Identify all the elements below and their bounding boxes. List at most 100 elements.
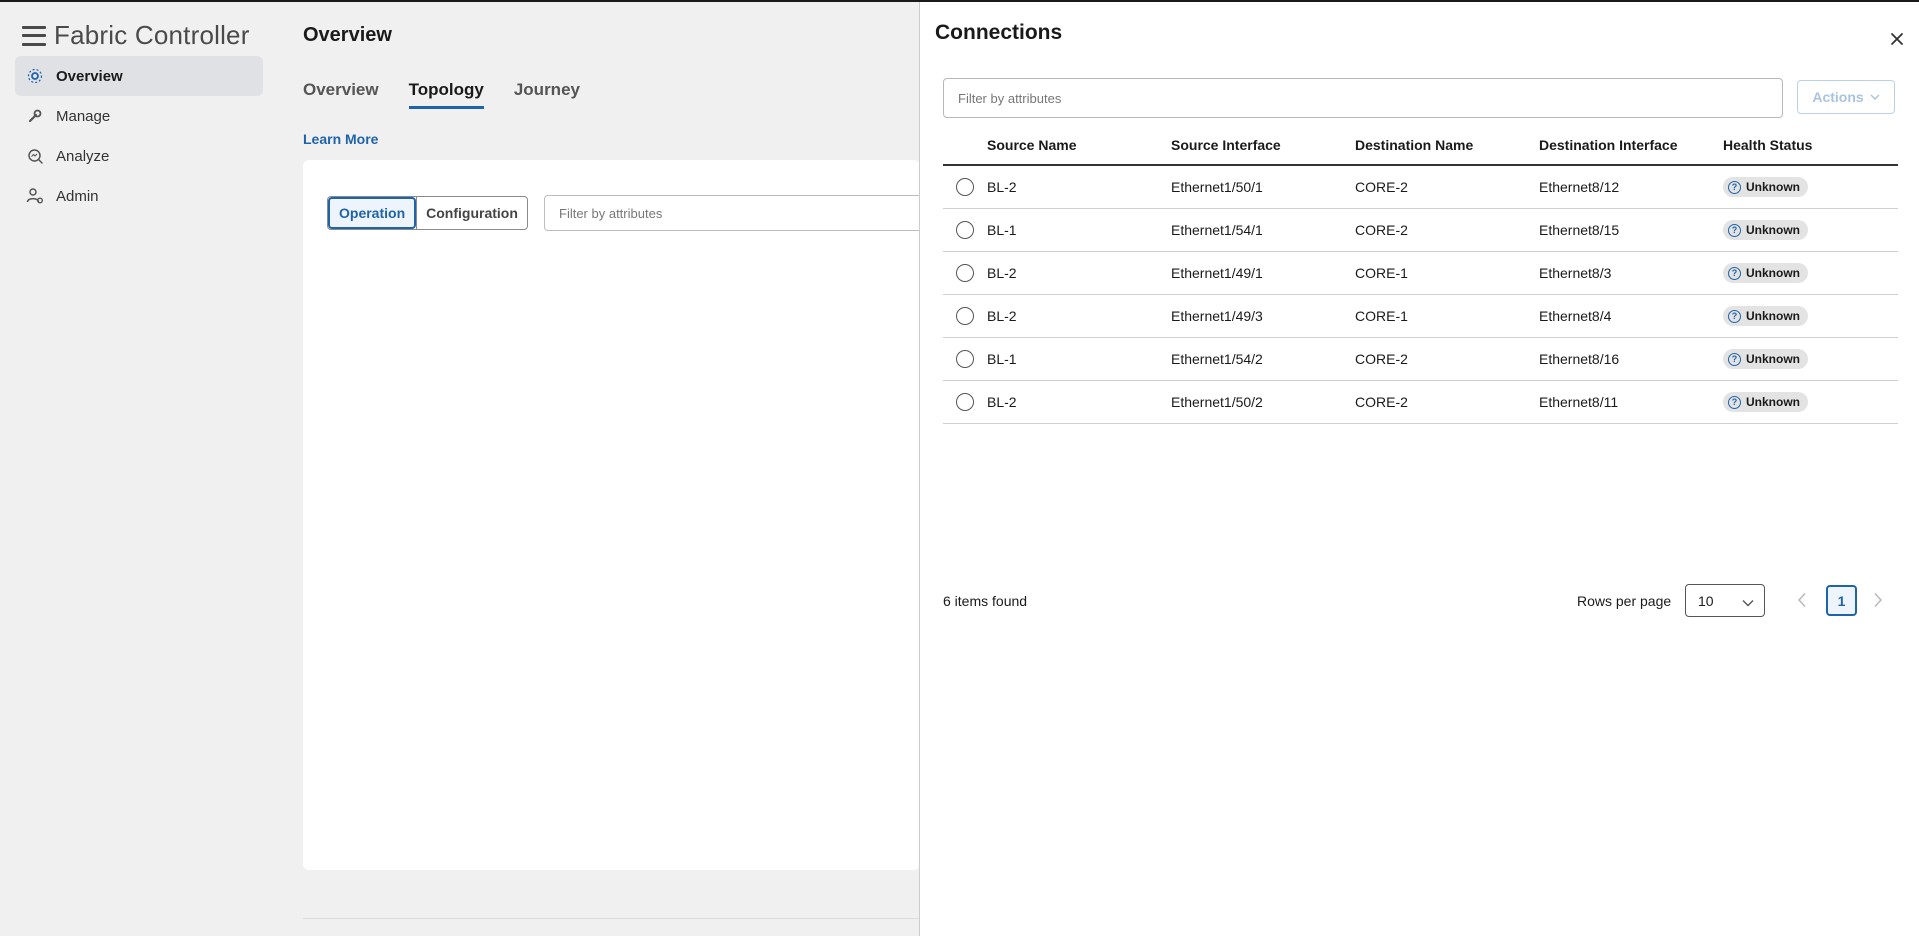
row-radio[interactable] <box>956 307 974 325</box>
connections-filter-input[interactable]: Filter by attributes <box>943 78 1783 118</box>
column-header[interactable]: Health Status <box>1723 137 1893 153</box>
sidebar-item-label: Analyze <box>56 147 110 165</box>
table-header: Source Name Source Interface Destination… <box>943 126 1898 166</box>
actions-label: Actions <box>1812 89 1864 105</box>
help-circle-icon: ? <box>1728 266 1741 280</box>
table-row[interactable]: BL-2 Ethernet1/49/3 CORE-1 Ethernet8/4 ?… <box>943 295 1898 338</box>
column-header[interactable]: Source Interface <box>1171 137 1355 153</box>
configuration-button[interactable]: Configuration <box>416 197 527 229</box>
hamburger-menu-icon[interactable] <box>22 25 46 46</box>
source-name-cell: BL-2 <box>987 179 1017 195</box>
connections-panel: Connections Filter by attributes Actions… <box>919 2 1919 936</box>
main-content: Overview Overview Topology Journey Learn… <box>303 2 924 936</box>
panel-title: Connections <box>935 21 1063 44</box>
chevron-down-icon <box>1870 92 1880 103</box>
status-text: Unknown <box>1746 266 1800 280</box>
actions-button[interactable]: Actions <box>1797 80 1895 114</box>
app-header: Fabric Controller <box>22 20 250 51</box>
table-row[interactable]: BL-1 Ethernet1/54/1 CORE-2 Ethernet8/15 … <box>943 209 1898 252</box>
source-interface-cell: Ethernet1/49/1 <box>1171 265 1263 281</box>
table-row[interactable]: BL-2 Ethernet1/50/2 CORE-2 Ethernet8/11 … <box>943 381 1898 424</box>
sidebar-item-label: Admin <box>56 187 99 205</box>
chevron-right-icon[interactable] <box>1872 592 1884 613</box>
sidebar-nav: Overview Manage Analyze Admin <box>15 56 263 216</box>
destination-name-cell: CORE-1 <box>1355 308 1408 324</box>
connections-table: Source Name Source Interface Destination… <box>943 126 1898 424</box>
destination-name-cell: CORE-2 <box>1355 394 1408 410</box>
destination-interface-cell: Ethernet8/16 <box>1539 351 1620 367</box>
column-header[interactable]: Source Name <box>987 137 1171 153</box>
status-text: Unknown <box>1746 309 1800 323</box>
table-row[interactable]: BL-2 Ethernet1/49/1 CORE-1 Ethernet8/3 ?… <box>943 252 1898 295</box>
learn-more-link[interactable]: Learn More <box>303 131 378 147</box>
destination-name-cell: CORE-1 <box>1355 265 1408 281</box>
destination-name-cell: CORE-2 <box>1355 179 1408 195</box>
operation-button[interactable]: Operation <box>328 197 417 229</box>
status-text: Unknown <box>1746 352 1800 366</box>
page-1-button[interactable]: 1 <box>1826 585 1857 616</box>
help-circle-icon: ? <box>1728 352 1741 366</box>
row-radio[interactable] <box>956 221 974 239</box>
table-footer: 6 items found Rows per page 10 1 <box>943 584 1898 620</box>
table-row[interactable]: BL-1 Ethernet1/54/2 CORE-2 Ethernet8/16 … <box>943 338 1898 381</box>
status-text: Unknown <box>1746 180 1800 194</box>
source-interface-cell: Ethernet1/50/2 <box>1171 394 1263 410</box>
sidebar-item-manage[interactable]: Manage <box>15 96 263 136</box>
destination-interface-cell: Ethernet8/15 <box>1539 222 1620 238</box>
divider <box>303 918 920 919</box>
analyze-icon <box>25 146 45 166</box>
sidebar-item-label: Manage <box>56 107 111 125</box>
sidebar: Fabric Controller Overview Manage Analyz… <box>0 2 270 936</box>
status-badge: ? Unknown <box>1723 392 1808 412</box>
row-radio[interactable] <box>956 350 974 368</box>
row-radio[interactable] <box>956 264 974 282</box>
topology-card: Operation Configuration Filter by attrib… <box>303 160 924 870</box>
sidebar-item-overview[interactable]: Overview <box>15 56 263 96</box>
sidebar-item-admin[interactable]: Admin <box>15 176 263 216</box>
overview-icon <box>25 66 45 86</box>
chevron-left-icon[interactable] <box>1796 592 1808 613</box>
status-badge: ? Unknown <box>1723 177 1808 197</box>
source-interface-cell: Ethernet1/54/1 <box>1171 222 1263 238</box>
help-circle-icon: ? <box>1728 223 1741 237</box>
table-row[interactable]: BL-2 Ethernet1/50/1 CORE-2 Ethernet8/12 … <box>943 166 1898 209</box>
source-interface-cell: Ethernet1/54/2 <box>1171 351 1263 367</box>
rows-per-page-label: Rows per page <box>1577 593 1672 609</box>
column-header[interactable]: Destination Name <box>1355 137 1539 153</box>
help-circle-icon: ? <box>1728 180 1741 194</box>
column-header[interactable]: Destination Interface <box>1539 137 1723 153</box>
app-title: Fabric Controller <box>54 20 250 50</box>
destination-interface-cell: Ethernet8/12 <box>1539 179 1620 195</box>
destination-interface-cell: Ethernet8/3 <box>1539 265 1612 281</box>
help-circle-icon: ? <box>1728 309 1741 323</box>
destination-interface-cell: Ethernet8/4 <box>1539 308 1612 324</box>
row-radio[interactable] <box>956 178 974 196</box>
help-circle-icon: ? <box>1728 395 1741 409</box>
destination-name-cell: CORE-2 <box>1355 222 1408 238</box>
tab-bar: Overview Topology Journey <box>303 80 610 109</box>
rows-per-page-select[interactable]: 10 <box>1685 584 1765 617</box>
status-badge: ? Unknown <box>1723 349 1808 369</box>
source-name-cell: BL-2 <box>987 394 1017 410</box>
rows-per-page-value: 10 <box>1698 592 1714 609</box>
status-badge: ? Unknown <box>1723 306 1808 326</box>
sidebar-item-label: Overview <box>56 67 123 85</box>
row-radio[interactable] <box>956 393 974 411</box>
tab-overview[interactable]: Overview <box>303 80 379 109</box>
destination-interface-cell: Ethernet8/11 <box>1539 394 1619 410</box>
topology-filter-input[interactable]: Filter by attributes <box>544 195 924 231</box>
status-text: Unknown <box>1746 395 1800 409</box>
sidebar-item-analyze[interactable]: Analyze <box>15 136 263 176</box>
source-interface-cell: Ethernet1/49/3 <box>1171 308 1263 324</box>
source-interface-cell: Ethernet1/50/1 <box>1171 179 1263 195</box>
view-segmented-control: Operation Configuration <box>327 196 528 230</box>
source-name-cell: BL-1 <box>987 222 1017 238</box>
status-badge: ? Unknown <box>1723 263 1808 283</box>
items-found-count: 6 items found <box>943 593 1028 609</box>
destination-name-cell: CORE-2 <box>1355 351 1408 367</box>
close-icon[interactable] <box>1888 30 1906 48</box>
tab-topology[interactable]: Topology <box>408 80 484 109</box>
tab-journey[interactable]: Journey <box>514 80 580 109</box>
source-name-cell: BL-2 <box>987 308 1017 324</box>
source-name-cell: BL-2 <box>987 265 1017 281</box>
